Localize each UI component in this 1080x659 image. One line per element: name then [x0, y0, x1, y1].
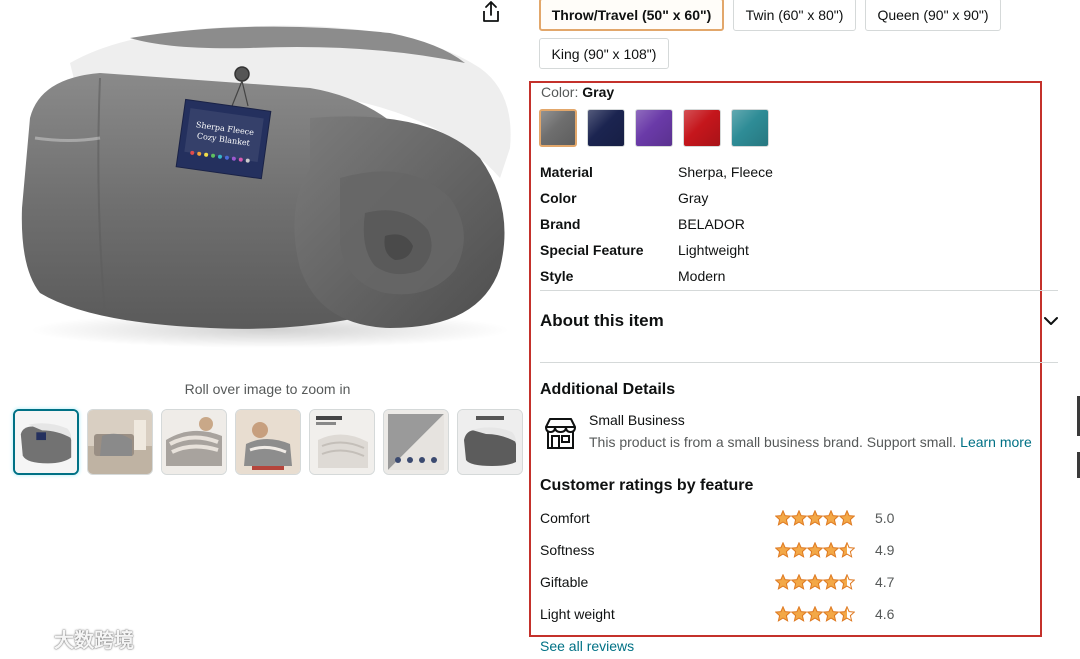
size-option-queen[interactable]: Queen (90" x 90"): [865, 0, 1001, 31]
color-label-prefix: Color:: [541, 84, 579, 100]
star-full-icon: [775, 574, 791, 590]
spec-row: Color Gray: [540, 185, 1040, 211]
star-full-icon: [775, 606, 791, 622]
star-full-icon: [839, 510, 855, 526]
size-option-twin[interactable]: Twin (60" x 80"): [733, 0, 856, 31]
star-full-icon: [807, 606, 823, 622]
spec-key: Color: [540, 190, 577, 206]
share-icon[interactable]: [480, 0, 502, 24]
rating-feature-name: Softness: [540, 542, 595, 558]
star-full-icon: [823, 606, 839, 622]
star-full-icon: [823, 574, 839, 590]
rating-value: 4.7: [875, 574, 895, 590]
see-all-reviews-link[interactable]: See all reviews: [540, 638, 634, 654]
watermark-text: 大数跨境: [54, 630, 134, 652]
color-selected-value: Gray: [582, 84, 615, 100]
star-full-icon: [807, 510, 823, 526]
storefront-icon: [545, 418, 576, 449]
rating-row: Comfort 5.0: [540, 502, 900, 534]
rating-row: Giftable 4.7: [540, 566, 900, 598]
small-business-text: This product is from a small business br…: [589, 434, 957, 450]
star-full-icon: [791, 510, 807, 526]
star-full-icon: [775, 542, 791, 558]
watermark-logo-icon: [9, 628, 46, 648]
thumbnail-3[interactable]: [161, 409, 227, 475]
star-half-icon: [839, 574, 855, 590]
thumbnail-strip: [13, 409, 523, 475]
rating-value: 4.9: [875, 542, 895, 558]
star-half-icon: [839, 542, 855, 558]
spec-value: Modern: [678, 268, 726, 284]
divider: [540, 290, 1058, 291]
spec-value: Sherpa, Fleece: [678, 164, 773, 180]
small-business-title: Small Business: [589, 412, 685, 428]
small-business-desc: This product is from a small business br…: [589, 434, 1032, 450]
spec-row: Special Feature Lightweight: [540, 237, 1040, 263]
star-full-icon: [823, 542, 839, 558]
swatch-navy[interactable]: [587, 109, 625, 147]
size-option-throw[interactable]: Throw/Travel (50" x 60"): [539, 0, 724, 31]
swatch-red[interactable]: [683, 109, 721, 147]
divider: [540, 362, 1058, 363]
rating-feature-name: Light weight: [540, 606, 615, 622]
thumbnail-5[interactable]: [309, 409, 375, 475]
scrollbar[interactable]: [1074, 0, 1080, 659]
star-full-icon: [791, 542, 807, 558]
spec-row: Material Sherpa, Fleece: [540, 159, 1040, 185]
zoom-hint: Roll over image to zoom in: [184, 381, 351, 397]
about-title: About this item: [540, 311, 664, 330]
star-full-icon: [823, 510, 839, 526]
rating-value: 4.6: [875, 606, 895, 622]
spec-key: Style: [540, 268, 574, 284]
rating-feature-name: Comfort: [540, 510, 590, 526]
star-full-icon: [791, 574, 807, 590]
learn-more-link[interactable]: Learn more: [960, 434, 1032, 450]
ratings-by-feature: Comfort 5.0 Softness 4.9 Giftable 4.7 Li…: [540, 502, 900, 630]
rating-row: Softness 4.9: [540, 534, 900, 566]
star-full-icon: [807, 574, 823, 590]
star-full-icon: [791, 606, 807, 622]
rating-feature-name: Giftable: [540, 574, 589, 590]
spec-key: Brand: [540, 216, 581, 232]
product-main-image[interactable]: Sherpa Fleece Cozy Blanket: [10, 8, 520, 353]
product-specs: Material Sherpa, Fleece Color Gray Brand…: [540, 159, 1040, 289]
swatch-purple[interactable]: [635, 109, 673, 147]
star-rating: [775, 574, 857, 590]
chevron-down-icon: [1044, 317, 1058, 325]
star-rating: [775, 510, 857, 526]
spec-value: Lightweight: [678, 242, 749, 258]
rating-value: 5.0: [875, 510, 895, 526]
spec-row: Style Modern: [540, 263, 1040, 289]
thumbnail-1[interactable]: [13, 409, 79, 475]
additional-details-title: Additional Details: [540, 381, 676, 398]
swatch-teal[interactable]: [731, 109, 769, 147]
thumbnail-4[interactable]: [235, 409, 301, 475]
thumbnail-6[interactable]: [383, 409, 449, 475]
color-swatches: [539, 109, 769, 147]
ratings-title: Customer ratings by feature: [540, 477, 754, 494]
thumbnail-2[interactable]: [87, 409, 153, 475]
spec-row: Brand BELADOR: [540, 211, 1040, 237]
star-full-icon: [775, 510, 791, 526]
swatch-gray[interactable]: [539, 109, 577, 147]
watermark: 大数跨境: [8, 624, 134, 653]
star-rating: [775, 606, 857, 622]
star-full-icon: [807, 542, 823, 558]
star-half-icon: [839, 606, 855, 622]
about-this-item-toggle[interactable]: About this item: [540, 308, 1060, 334]
spec-value: BELADOR: [678, 216, 745, 232]
size-option-king[interactable]: King (90" x 108"): [539, 38, 669, 69]
rating-row: Light weight 4.6: [540, 598, 900, 630]
thumbnail-7[interactable]: [457, 409, 523, 475]
color-label: Color: Gray: [541, 84, 614, 100]
star-rating: [775, 542, 857, 558]
spec-key: Special Feature: [540, 242, 644, 258]
spec-value: Gray: [678, 190, 709, 206]
spec-key: Material: [540, 164, 593, 180]
